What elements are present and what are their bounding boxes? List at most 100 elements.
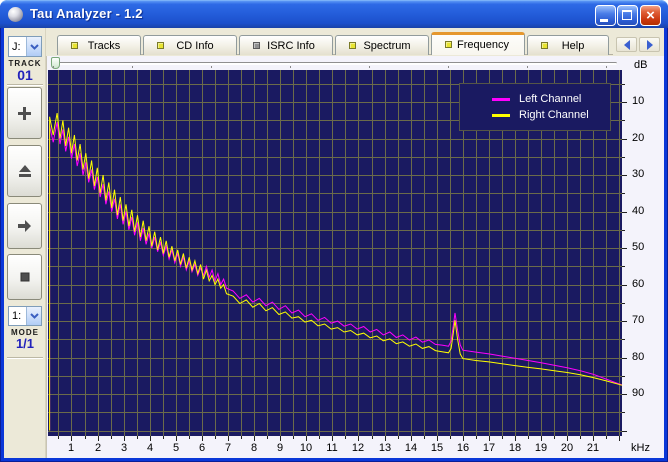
axis-tick [622, 212, 627, 213]
mode-value: 1/1 [15, 336, 35, 351]
slider-tick [132, 66, 133, 68]
tab-cd-info[interactable]: CD Info [143, 35, 237, 55]
arrow-right-icon [646, 39, 653, 50]
axis-tick [254, 436, 255, 441]
axis-tick [593, 436, 594, 441]
khz-tick-label: 12 [351, 442, 365, 454]
khz-tick-label: 18 [508, 442, 522, 454]
axis-tick [358, 436, 359, 441]
slider-tick [369, 66, 370, 68]
db-tick-label: 90 [632, 387, 645, 399]
eject-button[interactable] [7, 145, 42, 197]
tab-scroll-right-button[interactable] [639, 37, 660, 52]
axis-tick [267, 436, 268, 439]
khz-tick-label: 2 [94, 442, 102, 454]
axis-tick [515, 436, 516, 441]
khz-tick-label: 17 [482, 442, 496, 454]
maximize-icon [622, 10, 632, 20]
axis-tick [150, 436, 151, 441]
legend-label: Left Channel [519, 93, 582, 105]
plus-button[interactable] [7, 87, 42, 139]
chevron-down-icon[interactable] [26, 37, 41, 56]
track-combobox[interactable]: J: [8, 36, 42, 57]
legend-swatch-left-channel [492, 97, 510, 101]
axis-tick [241, 436, 242, 439]
close-button[interactable]: × [640, 5, 661, 26]
frequency-slider-track[interactable] [47, 56, 665, 70]
stop-button[interactable] [7, 254, 42, 300]
tab-tracks[interactable]: Tracks [57, 35, 141, 55]
mode-combobox-value: 1: [12, 310, 22, 322]
minimize-icon [600, 19, 608, 22]
khz-tick-label: 3 [120, 442, 128, 454]
divider [7, 357, 43, 359]
tab-help[interactable]: Help [527, 35, 609, 55]
axis-tick [622, 248, 627, 249]
axis-tick [215, 436, 216, 439]
slider-tick [606, 66, 607, 68]
tab-bar: Tracks CD Info ISRC Info Spectrum Freque… [57, 32, 611, 55]
axis-tick [622, 230, 625, 231]
axis-tick [502, 436, 503, 439]
axis-tick [437, 436, 438, 441]
khz-tick-label: 6 [198, 442, 206, 454]
khz-tick-label: 1 [67, 442, 75, 454]
axis-tick [619, 436, 620, 441]
axis-tick [202, 436, 203, 441]
app-window: Tau Analyzer - 1.2 × J: TRACK 01 1: MODE… [0, 0, 668, 462]
khz-unit-label: kHz [631, 442, 650, 454]
legend-label: Right Channel [519, 109, 589, 121]
track-combobox-value: J: [12, 40, 21, 53]
axis-tick [450, 436, 451, 439]
axis-tick [71, 436, 72, 441]
tab-scroll-left-button[interactable] [616, 37, 637, 52]
axis-tick [228, 436, 229, 441]
db-tick-label: 40 [632, 205, 645, 217]
khz-tick-label: 9 [276, 442, 284, 454]
khz-tick-label: 15 [430, 442, 444, 454]
axis-tick [385, 436, 386, 441]
window-title: Tau Analyzer - 1.2 [30, 6, 143, 21]
axis-tick [606, 436, 607, 439]
khz-tick-label: 10 [299, 442, 313, 454]
axis-tick [319, 436, 320, 439]
next-button[interactable] [7, 203, 42, 249]
axis-tick [463, 436, 464, 441]
axis-tick [124, 436, 125, 441]
axis-tick [280, 436, 281, 441]
tab-spectrum[interactable]: Spectrum [335, 35, 429, 55]
slider-tick [53, 66, 54, 68]
khz-tick-label: 20 [560, 442, 574, 454]
frequency-chart-panel: Left Channel Right Channel dB 10 20 30 40 50… [46, 56, 664, 458]
arrow-right-icon [18, 220, 31, 232]
axis-tick [541, 436, 542, 441]
axis-tick [85, 436, 86, 439]
tab-isrc-info[interactable]: ISRC Info [239, 35, 333, 55]
db-tick-label: 20 [632, 132, 645, 144]
axis-tick [189, 436, 190, 439]
minimize-button[interactable] [595, 5, 616, 26]
stop-icon [20, 272, 29, 282]
chevron-down-icon[interactable] [26, 307, 41, 325]
axis-tick [98, 436, 99, 441]
axis-tick [580, 436, 581, 439]
khz-tick-label: 19 [534, 442, 548, 454]
axis-tick [622, 120, 625, 121]
axis-tick [163, 436, 164, 439]
khz-tick-label: 7 [224, 442, 232, 454]
axis-tick [622, 376, 625, 377]
plus-icon [18, 106, 31, 120]
axis-tick [567, 436, 568, 441]
maximize-button[interactable] [617, 5, 638, 26]
slider-tick [448, 66, 449, 68]
axis-tick [137, 436, 138, 439]
eject-icon [18, 165, 31, 177]
led-icon [71, 41, 78, 49]
khz-tick-label: 14 [404, 442, 418, 454]
db-tick-label: 60 [632, 278, 645, 290]
tab-frequency[interactable]: Frequency [431, 32, 525, 55]
mode-combobox[interactable]: 1: [8, 306, 42, 326]
axis-tick [554, 436, 555, 439]
db-tick-label: 30 [632, 168, 645, 180]
axis-tick [622, 285, 627, 286]
